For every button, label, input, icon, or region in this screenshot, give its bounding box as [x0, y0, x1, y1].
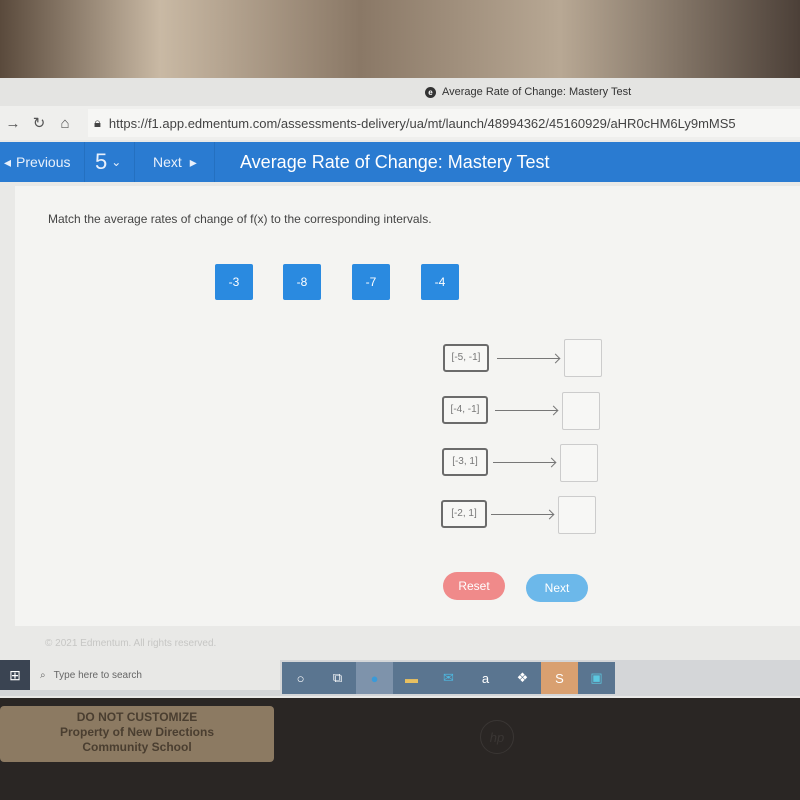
reset-button[interactable]: Reset [443, 572, 505, 600]
next-arrow-icon: ▸ [189, 153, 197, 170]
mail-icon[interactable]: ✉ [430, 662, 467, 694]
forward-icon[interactable]: → [0, 115, 26, 132]
question-selector[interactable]: 5 ⌄ [85, 142, 135, 182]
previous-label: Previous [16, 154, 71, 170]
interval-label: [-3, 1] [442, 448, 488, 476]
question-prompt: Match the average rates of change of f(x… [48, 212, 432, 226]
page-title: Average Rate of Change: Mastery Test [240, 151, 550, 172]
edmentum-favicon-icon: e [425, 86, 436, 98]
amazon-icon[interactable]: a [467, 662, 504, 694]
drop-target[interactable] [562, 392, 600, 430]
drop-target[interactable] [560, 444, 598, 482]
dropbox-icon[interactable]: ❖ [504, 662, 541, 694]
answer-tile[interactable]: -4 [421, 264, 459, 300]
home-icon[interactable]: ⌂ [52, 115, 78, 132]
next-button[interactable]: Next [526, 574, 588, 602]
answer-tile[interactable]: -7 [352, 264, 390, 300]
arrow-icon [495, 410, 557, 411]
test-nav-bar: ◂ Previous 5 ⌄ Next ▸ Average Rate of Chang… [0, 142, 800, 182]
cortana-icon[interactable]: ○ [282, 662, 319, 694]
sticker-line: Community School [82, 740, 192, 754]
app-icon[interactable]: S [541, 662, 578, 694]
task-view-icon[interactable]: ⧉ [319, 662, 356, 694]
taskbar-search[interactable]: ⌕ Type here to search [30, 660, 280, 690]
url-text: https://f1.app.edmentum.com/assessments-… [108, 115, 736, 131]
drop-target[interactable] [564, 339, 602, 377]
taskbar: ⊞ ⌕ Type here to search ○ ⧉ ● ▬ ✉ a ❖ S ▣ [0, 660, 800, 696]
background-room [0, 0, 800, 80]
edge-icon[interactable]: ● [356, 662, 393, 694]
sticker-line: Property of New Directions [59, 725, 215, 739]
interval-label: [-5, -1] [443, 344, 489, 372]
previous-button[interactable]: ◂ Previous [0, 142, 85, 182]
chevron-down-icon: ⌄ [111, 155, 122, 169]
question-number: 5 [95, 149, 108, 174]
arrow-icon [491, 514, 553, 515]
sticker-line: DO NOT CUSTOMIZE [76, 710, 198, 724]
monitor-screen: e Average Rate of Change: Mastery Test → … [0, 78, 800, 698]
search-placeholder: Type here to search [53, 669, 142, 681]
next-nav-button[interactable]: Next ▸ [135, 142, 215, 182]
answer-tile[interactable]: -3 [215, 264, 253, 300]
windows-start-icon[interactable]: ⊞ [0, 660, 30, 690]
lock-icon: 🔒︎ [94, 115, 101, 130]
copyright: © 2021 Edmentum. All rights reserved. [45, 638, 217, 649]
search-icon: ⌕ [40, 669, 46, 681]
refresh-icon[interactable]: ↻ [26, 114, 52, 132]
hp-logo: hp [480, 720, 514, 754]
question-panel: Match the average rates of change of f(x… [15, 186, 800, 626]
answer-tile[interactable]: -8 [283, 264, 321, 300]
browser-titlebar: e Average Rate of Change: Mastery Test [0, 78, 800, 106]
address-bar-row: → ↻ ⌂ 🔒︎ https://f1.app.edmentum.com/asse… [0, 106, 800, 140]
interval-label: [-4, -1] [442, 396, 488, 424]
arrow-icon [497, 358, 559, 359]
next-label: Next [153, 154, 182, 170]
file-explorer-icon[interactable]: ▬ [393, 662, 430, 694]
tab-title: Average Rate of Change: Mastery Test [442, 86, 632, 98]
property-sticker: DO NOT CUSTOMIZE Property of New Directi… [0, 706, 274, 762]
arrow-icon [493, 462, 555, 463]
url-input[interactable]: 🔒︎ https://f1.app.edmentum.com/assessment… [88, 109, 800, 137]
interval-label: [-2, 1] [441, 500, 487, 528]
active-app-icon[interactable]: ▣ [578, 662, 615, 694]
previous-arrow-icon: ◂ [4, 153, 12, 170]
drop-target[interactable] [558, 496, 596, 534]
